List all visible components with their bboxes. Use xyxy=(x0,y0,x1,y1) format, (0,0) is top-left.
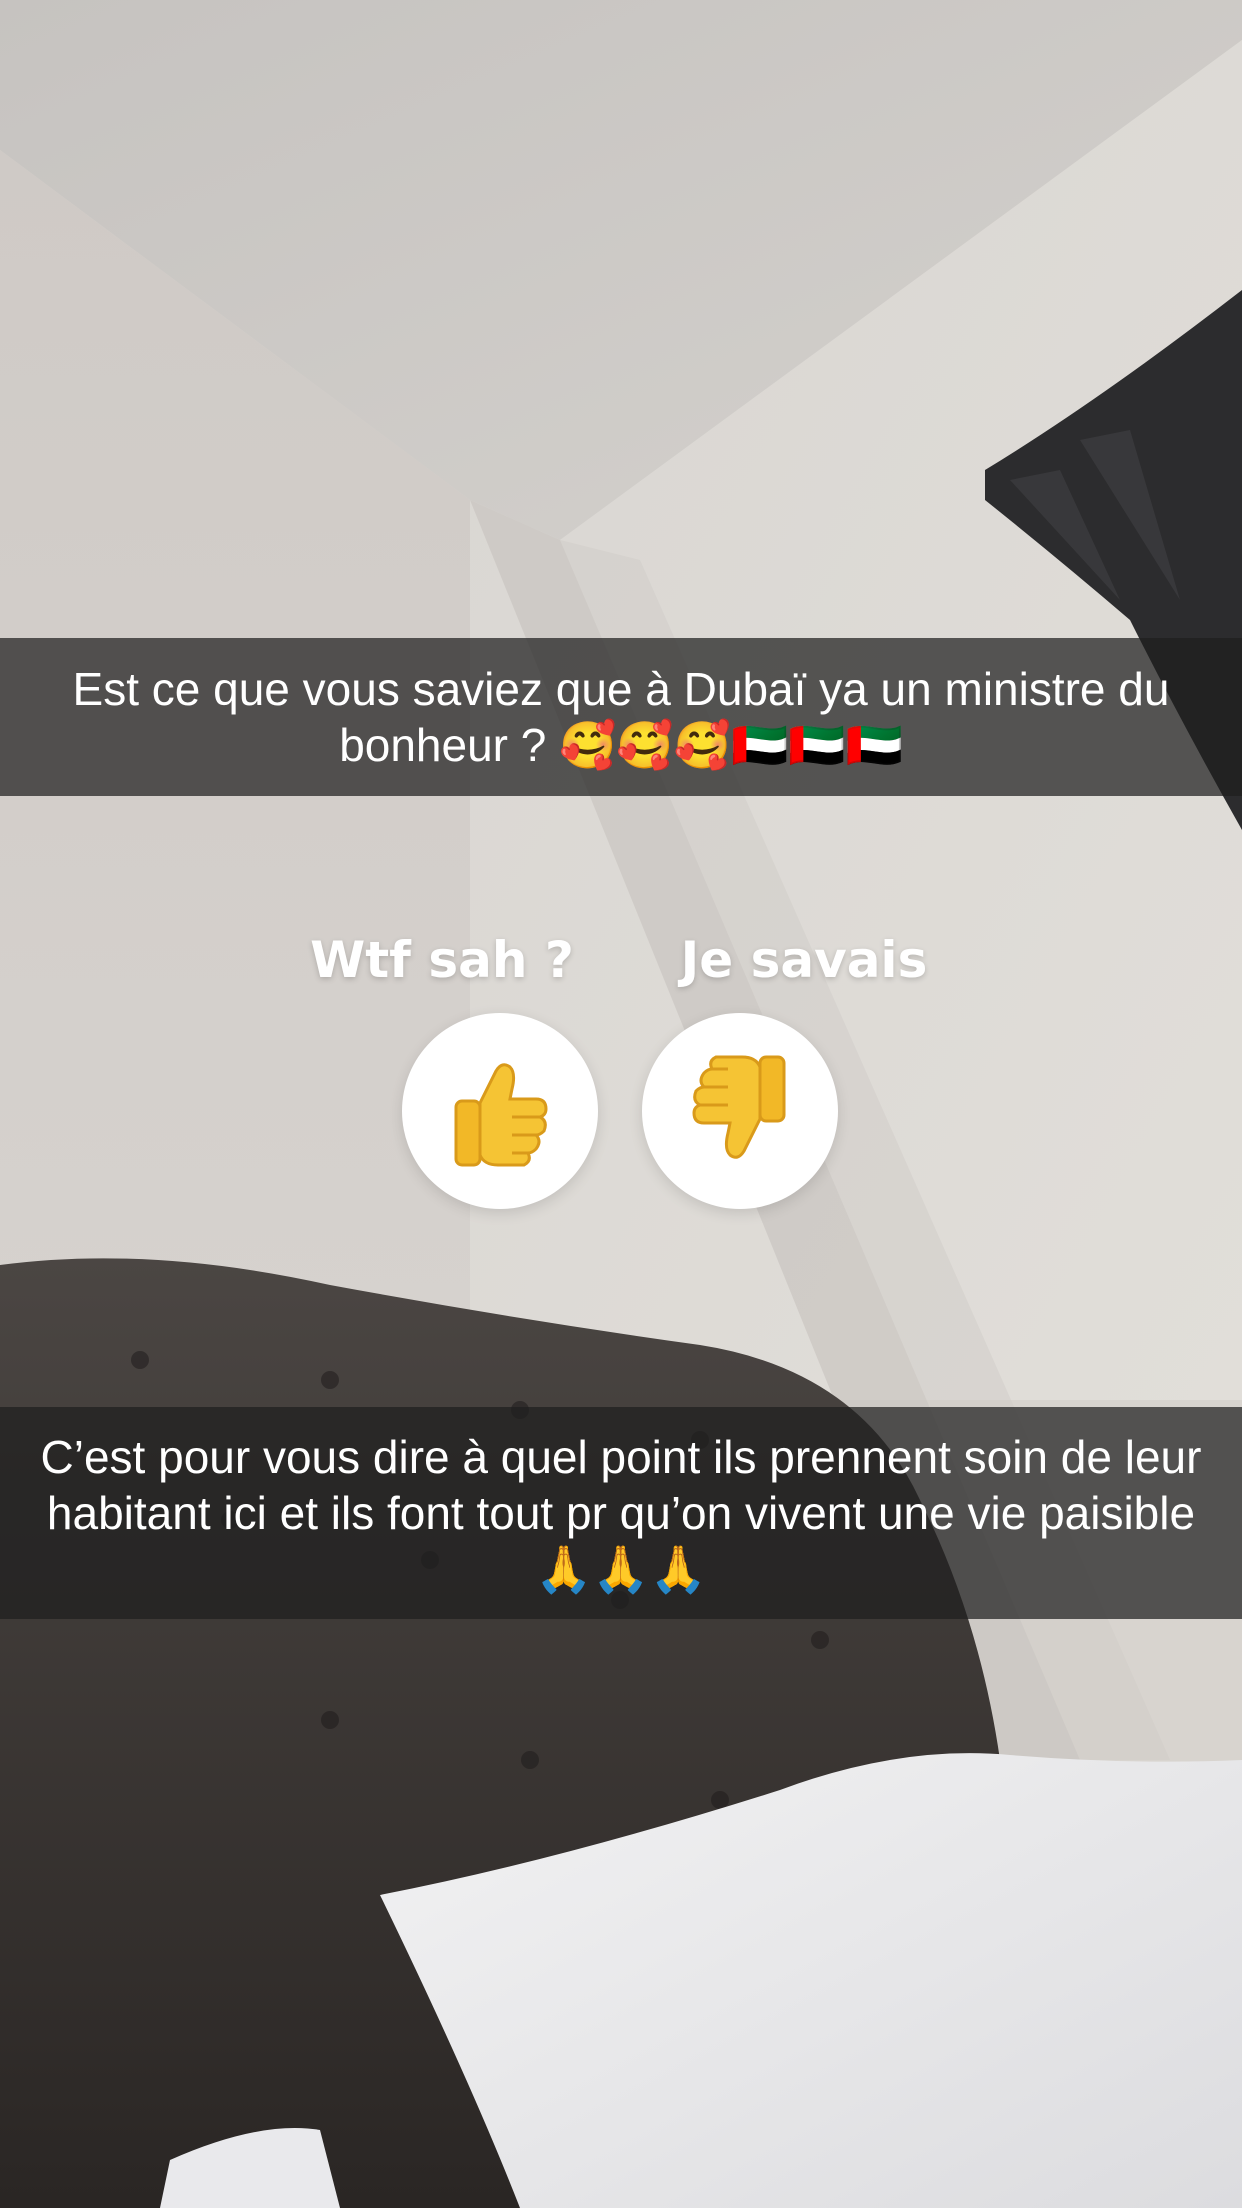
emoji-poll-sticker: Wtf sah ? Je savais xyxy=(0,920,1242,1240)
poll-option-right-label: Je savais xyxy=(680,931,928,989)
caption-top: Est ce que vous saviez que à Dubaï ya un… xyxy=(0,638,1242,796)
caption-top-text: Est ce que vous saviez que à Dubaï ya un… xyxy=(72,663,1183,771)
thumbs-up-icon xyxy=(454,1063,548,1167)
caption-bottom-text: C’est pour vous dire à quel point ils pr… xyxy=(40,1431,1215,1595)
snap-story-view: Est ce que vous saviez que à Dubaï ya un… xyxy=(0,0,1242,2208)
poll-option-left-button[interactable] xyxy=(402,1013,598,1209)
thumbs-down-icon xyxy=(692,1055,786,1159)
caption-bottom: C’est pour vous dire à quel point ils pr… xyxy=(0,1407,1242,1619)
poll-option-left-label: Wtf sah ? xyxy=(310,931,574,989)
poll-option-right-button[interactable] xyxy=(642,1013,838,1209)
